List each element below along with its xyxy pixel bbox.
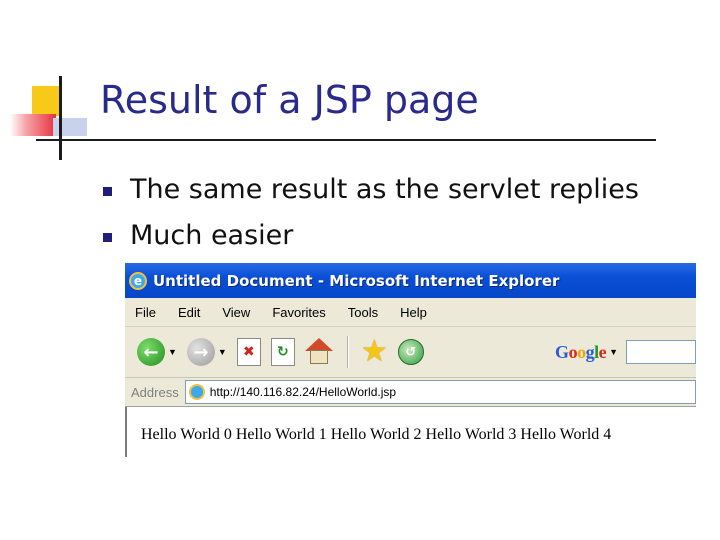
- stop-button[interactable]: ✖: [236, 336, 261, 368]
- back-button[interactable]: ← ▼: [137, 336, 177, 368]
- bullet-square-icon: [103, 232, 112, 242]
- page-content-area: Hello World 0 Hello World 1 Hello World …: [125, 407, 696, 457]
- decor-red-bar: [10, 114, 56, 136]
- forward-button[interactable]: → ▼: [186, 336, 227, 368]
- google-toolbar: Google ▼: [555, 340, 696, 364]
- menu-bar: File Edit View Favorites Tools Help: [125, 298, 696, 327]
- browser-titlebar[interactable]: e Untitled Document - Microsoft Internet…: [125, 263, 696, 298]
- page-icon: [188, 384, 205, 400]
- address-url[interactable]: http://140.116.82.24/HelloWorld.jsp: [210, 385, 396, 399]
- favorites-star-icon: ★: [360, 335, 388, 368]
- decor-vertical-line: [59, 76, 62, 160]
- bullet-item: Much easier: [103, 212, 639, 258]
- refresh-button[interactable]: ↻: [270, 336, 295, 368]
- toolbar: ← ▼ → ▼ ✖ ↻ ★ ↺ Google ▼: [125, 327, 696, 378]
- address-bar: Address http://140.116.82.24/HelloWorld.…: [125, 378, 696, 407]
- bullet-text: The same result as the servlet replies: [130, 173, 639, 205]
- menu-help[interactable]: Help: [400, 305, 427, 320]
- ie-logo-icon: e: [129, 271, 147, 290]
- google-logo[interactable]: Google: [555, 342, 607, 363]
- menu-edit[interactable]: Edit: [178, 305, 200, 320]
- google-search-input[interactable]: [626, 340, 696, 364]
- decor-horizontal-line: [36, 139, 656, 141]
- forward-icon: →: [186, 338, 215, 366]
- address-label: Address: [131, 384, 179, 400]
- window-title: Untitled Document - Microsoft Internet E…: [153, 271, 560, 290]
- refresh-icon: ↻: [270, 338, 295, 366]
- decor-yellow-square: [32, 86, 62, 116]
- back-icon: ←: [137, 338, 165, 366]
- toolbar-separator: [346, 336, 349, 368]
- page-content-text: Hello World 0 Hello World 1 Hello World …: [141, 426, 612, 443]
- history-button[interactable]: ↺: [397, 336, 424, 368]
- bullet-item: The same result as the servlet replies: [103, 166, 639, 212]
- bullet-text: Much easier: [130, 219, 294, 251]
- menu-tools[interactable]: Tools: [348, 305, 378, 320]
- bullet-square-icon: [103, 186, 112, 196]
- chevron-down-icon[interactable]: ▼: [218, 347, 227, 357]
- slide-title: Result of a JSP page: [100, 78, 479, 122]
- home-button[interactable]: [304, 336, 333, 368]
- bullet-list: The same result as the servlet replies M…: [103, 166, 639, 258]
- home-icon: [304, 338, 333, 366]
- menu-view[interactable]: View: [222, 305, 250, 320]
- chevron-down-icon[interactable]: ▼: [168, 347, 177, 357]
- menu-file[interactable]: File: [135, 305, 156, 320]
- chevron-down-icon[interactable]: ▼: [609, 347, 618, 357]
- menu-favorites[interactable]: Favorites: [272, 305, 325, 320]
- stop-icon: ✖: [236, 338, 261, 366]
- history-icon: ↺: [397, 339, 424, 365]
- favorites-button[interactable]: ★: [361, 336, 388, 368]
- address-field[interactable]: http://140.116.82.24/HelloWorld.jsp: [184, 380, 696, 404]
- browser-window: e Untitled Document - Microsoft Internet…: [125, 263, 696, 457]
